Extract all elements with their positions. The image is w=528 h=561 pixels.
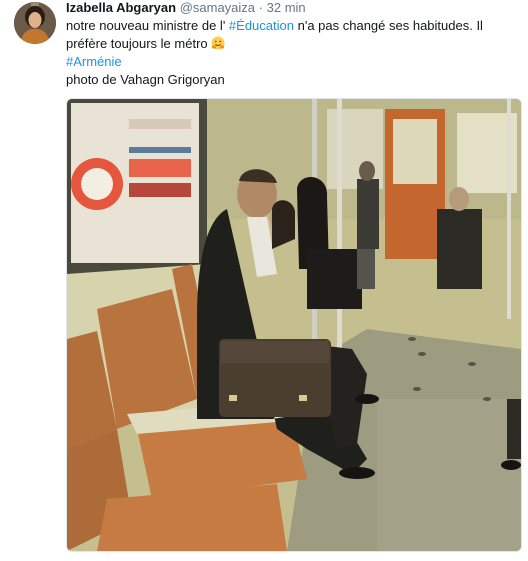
author-name[interactable]: Izabella Abgaryan: [66, 0, 176, 15]
hashtag-armenie-link[interactable]: #Arménie: [66, 53, 522, 71]
author-handle[interactable]: @samayaiza: [180, 0, 255, 15]
tweet-timestamp[interactable]: 32 min: [267, 0, 306, 15]
photo-credit: photo de Vahagn Grigoryan: [66, 72, 225, 87]
metro-photo: [67, 99, 521, 551]
hashtag-education-link[interactable]: #Éducation: [229, 18, 294, 33]
hugging-face-emoji-icon: [211, 36, 225, 50]
tweet-header: Izabella Abgaryan @samayaiza · 32 min: [66, 0, 306, 16]
tweet-text-part1: notre nouveau ministre de l': [66, 18, 226, 33]
avatar[interactable]: [14, 2, 56, 44]
tweet-photo[interactable]: [66, 98, 522, 552]
tweet-text: notre nouveau ministre de l' #Éducation …: [66, 17, 522, 89]
separator-dot: ·: [258, 0, 263, 15]
avatar-image: [14, 2, 56, 44]
